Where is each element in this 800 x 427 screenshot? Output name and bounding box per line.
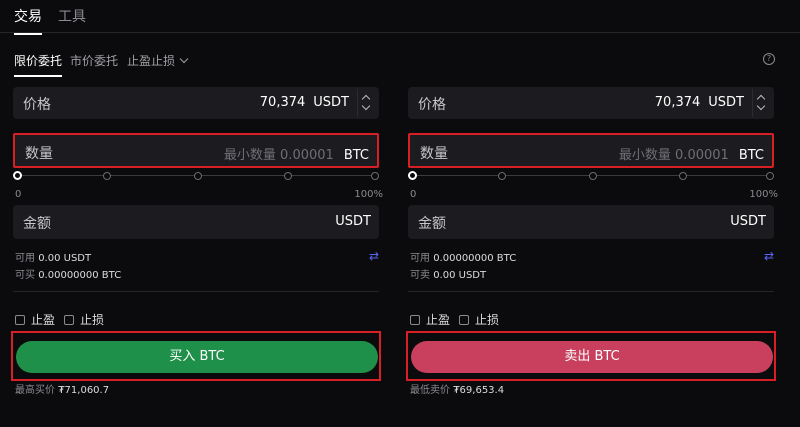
sell-button-highlight: 卖出 BTC xyxy=(406,331,776,381)
sell-quantity-label: 数量 xyxy=(420,146,448,162)
swap-icon[interactable]: ⇄ xyxy=(369,249,379,263)
buy-quantity-input[interactable]: 数量 最小数量 0.00001 BTC xyxy=(13,133,379,168)
slider-step-50[interactable] xyxy=(589,172,597,180)
sell-price-unit: USDT xyxy=(708,95,744,110)
buy-best-price: 最高买价 ₮71,060.7 xyxy=(15,385,110,396)
slider-max-label: 100% xyxy=(749,189,778,200)
sell-panel: 价格 70,374 USDT 数量 最小数量 0.00001 BTC 0 100% … xyxy=(406,0,778,427)
sell-available: 可用 0.00000000 BTC xyxy=(410,253,517,264)
slider-handle[interactable] xyxy=(13,171,22,180)
divider xyxy=(13,291,379,292)
buy-panel: 价格 70,374 USDT 数量 最小数量 0.00001 BTC 0 100% … xyxy=(11,0,383,427)
buy-amount-input[interactable]: 金额 USDT xyxy=(13,205,379,239)
sell-quantity-slider[interactable] xyxy=(408,171,774,181)
buy-price-input[interactable]: 价格 70,374 USDT xyxy=(13,87,379,119)
sell-amount-input[interactable]: 金额 USDT xyxy=(408,205,774,239)
buy-price-stepper[interactable] xyxy=(357,89,377,117)
chevron-down-icon[interactable] xyxy=(361,101,371,111)
buy-amount-label: 金额 xyxy=(23,216,51,232)
sell-stop-loss-checkbox[interactable]: 止损 xyxy=(459,311,499,328)
checkbox-icon[interactable] xyxy=(410,315,420,325)
slider-step-100[interactable] xyxy=(371,172,379,180)
sell-quantity-unit: BTC xyxy=(738,148,764,163)
slider-handle[interactable] xyxy=(408,171,417,180)
buy-amount-unit: USDT xyxy=(335,214,371,229)
sell-price-label: 价格 xyxy=(418,97,446,113)
sell-amount-unit: USDT xyxy=(730,214,766,229)
buy-max-buy: 可买 0.00000000 BTC xyxy=(15,270,122,281)
sell-price-stepper[interactable] xyxy=(752,89,772,117)
buy-quantity-unit: BTC xyxy=(343,148,369,163)
sell-price-input[interactable]: 价格 70,374 USDT xyxy=(408,87,774,119)
slider-step-75[interactable] xyxy=(679,172,687,180)
checkbox-icon[interactable] xyxy=(15,315,25,325)
slider-step-25[interactable] xyxy=(498,172,506,180)
sell-amount-label: 金额 xyxy=(418,216,446,232)
slider-step-100[interactable] xyxy=(766,172,774,180)
sell-quantity-input[interactable]: 数量 最小数量 0.00001 BTC xyxy=(408,133,774,168)
buy-price-unit: USDT xyxy=(313,95,349,110)
buy-quantity-slider[interactable] xyxy=(13,171,379,181)
buy-price-value: 70,374 xyxy=(259,95,306,110)
sell-btc-button[interactable]: 卖出 BTC xyxy=(411,341,773,373)
buy-take-profit-checkbox[interactable]: 止盈 xyxy=(15,311,55,328)
sell-take-profit-checkbox[interactable]: 止盈 xyxy=(410,311,450,328)
slider-min-label: 0 xyxy=(15,189,22,200)
buy-stop-loss-checkbox[interactable]: 止损 xyxy=(64,311,104,328)
sell-price-value: 70,374 xyxy=(654,95,701,110)
slider-max-label: 100% xyxy=(354,189,383,200)
checkbox-icon[interactable] xyxy=(459,315,469,325)
checkbox-icon[interactable] xyxy=(64,315,74,325)
swap-icon[interactable]: ⇄ xyxy=(764,249,774,263)
buy-btc-button[interactable]: 买入 BTC xyxy=(16,341,378,373)
sell-max-sell: 可卖 0.00 USDT xyxy=(410,270,487,281)
slider-step-25[interactable] xyxy=(103,172,111,180)
buy-button-highlight: 买入 BTC xyxy=(11,331,381,381)
buy-available: 可用 0.00 USDT xyxy=(15,253,92,264)
buy-quantity-placeholder: 最小数量 0.00001 xyxy=(223,148,334,163)
chevron-down-icon[interactable] xyxy=(756,101,766,111)
sell-quantity-placeholder: 最小数量 0.00001 xyxy=(618,148,729,163)
divider xyxy=(408,291,774,292)
buy-quantity-label: 数量 xyxy=(25,146,53,162)
sell-best-price: 最低卖价 ₮69,653.4 xyxy=(410,385,505,396)
slider-step-50[interactable] xyxy=(194,172,202,180)
slider-step-75[interactable] xyxy=(284,172,292,180)
slider-min-label: 0 xyxy=(410,189,417,200)
buy-price-label: 价格 xyxy=(23,97,51,113)
